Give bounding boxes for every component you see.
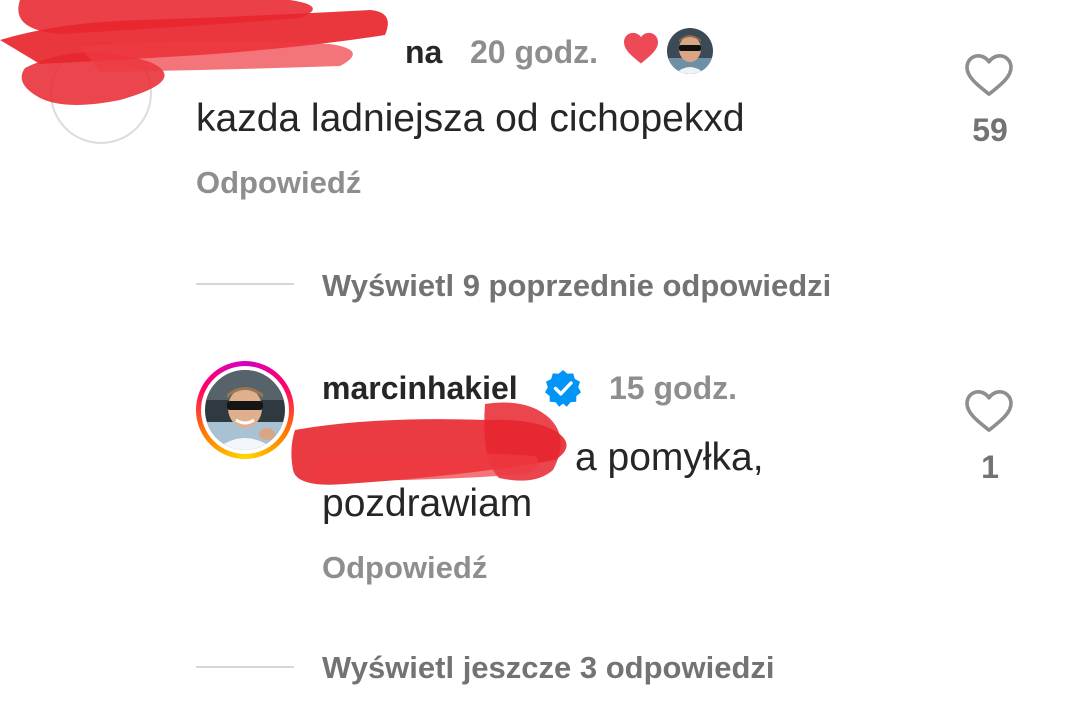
heart-filled-icon <box>624 32 658 64</box>
avatar[interactable] <box>50 42 152 144</box>
reply-timestamp: 15 godz. <box>609 370 738 406</box>
thread-divider <box>196 666 294 668</box>
reply-text-line-2: pozdrawiam <box>322 482 533 525</box>
verified-badge-icon <box>545 370 581 407</box>
like-count: 1 <box>981 449 999 485</box>
view-previous-replies[interactable]: Wyświetl 9 poprzednie odpowiedzi <box>322 268 831 304</box>
comment-text: kazda ladniejsza od cichopekxd <box>196 97 745 140</box>
author-avatar <box>667 28 713 74</box>
reply-text-line-1: a pomyłka, <box>575 436 764 479</box>
heart-outline-icon[interactable] <box>964 53 1014 97</box>
redaction-scribble-reply <box>291 402 567 485</box>
reply-username[interactable]: marcinhakiel <box>322 370 518 407</box>
like-count: 59 <box>972 112 1008 148</box>
story-ring[interactable] <box>196 361 294 459</box>
view-more-replies[interactable]: Wyświetl jeszcze 3 odpowiedzi <box>322 650 775 686</box>
heart-outline-icon[interactable] <box>964 389 1014 433</box>
reply-button[interactable]: Odpowiedź <box>322 550 487 586</box>
reply-button[interactable]: Odpowiedź <box>196 165 361 201</box>
comment-username[interactable]: na <box>405 34 442 71</box>
avatar <box>205 370 285 450</box>
thread-divider <box>196 283 294 285</box>
comment-timestamp: 20 godz. <box>470 34 599 70</box>
